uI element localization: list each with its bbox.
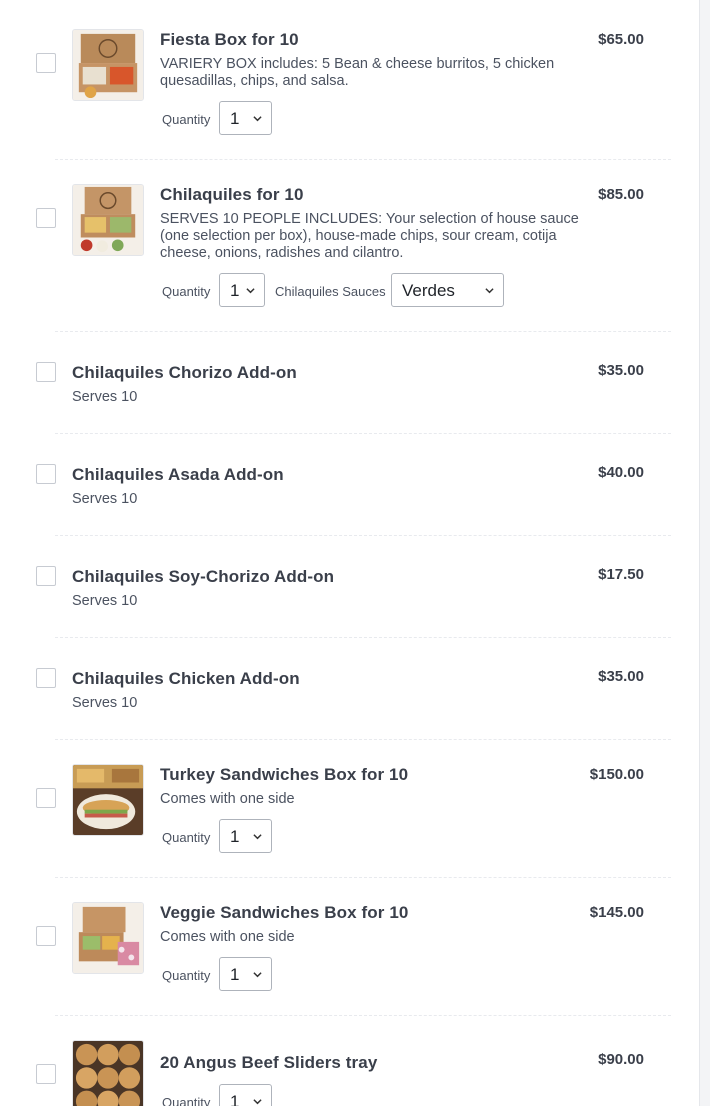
veggie-sandwich-box-photo-icon [72, 902, 144, 974]
chevron-down-icon [253, 1099, 262, 1105]
item-price: $150.00 [589, 766, 644, 783]
item-name: Veggie Sandwiches Box for 10 [160, 903, 409, 922]
item-name: Chilaquiles for 10 [160, 185, 304, 204]
item-price: $90.00 [598, 1051, 644, 1068]
menu-item-turkey-sandwiches: Turkey Sandwiches Box for 10 $150.00 Com… [0, 740, 699, 878]
fiesta-box-photo-icon [72, 29, 144, 101]
chevron-down-icon [253, 972, 262, 978]
item-checkbox[interactable] [36, 668, 56, 688]
quantity-label: Quantity [162, 284, 211, 299]
menu-item-veggie-sandwiches: Veggie Sandwiches Box for 10 $145.00 Com… [0, 878, 699, 1016]
item-price: $85.00 [598, 186, 644, 203]
item-description: Comes with one side [160, 791, 295, 807]
quantity-value: 1 [230, 827, 240, 846]
item-price: $17.50 [598, 566, 644, 583]
quantity-value: 1 [230, 1092, 240, 1106]
scrollbar-track[interactable] [699, 0, 710, 1106]
quantity-select[interactable]: 1 [219, 819, 272, 853]
item-description: Serves 10 [72, 695, 138, 711]
item-checkbox[interactable] [36, 1064, 56, 1084]
chilaquiles-box-photo-icon [72, 184, 144, 256]
quantity-label: Quantity [162, 1095, 211, 1106]
item-checkbox[interactable] [36, 208, 56, 228]
quantity-select[interactable]: 1 [219, 957, 272, 991]
quantity-value: 1 [230, 965, 240, 984]
quantity-select[interactable]: 1 [219, 101, 272, 135]
sauce-label: Chilaquiles Sauces [275, 284, 386, 299]
quantity-label: Quantity [162, 112, 211, 127]
menu-item-chicken-addon: Chilaquiles Chicken Add-on $35.00 Serves… [0, 638, 699, 740]
item-name: Chilaquiles Chicken Add-on [72, 669, 300, 688]
chevron-down-icon [253, 116, 262, 122]
item-price: $35.00 [598, 362, 644, 379]
menu-item-angus-sliders: 20 Angus Beef Sliders tray $90.00 Quanti… [0, 1016, 699, 1106]
item-checkbox[interactable] [36, 926, 56, 946]
sauce-value: Verdes [402, 281, 455, 300]
item-checkbox[interactable] [36, 464, 56, 484]
sliders-tray-photo-icon [72, 1040, 144, 1106]
chevron-down-icon [253, 834, 262, 840]
item-description: Comes with one side [160, 929, 295, 945]
quantity-select[interactable]: 1 [219, 1084, 272, 1106]
item-name: 20 Angus Beef Sliders tray [160, 1053, 378, 1072]
chevron-down-icon [246, 288, 255, 294]
quantity-label: Quantity [162, 968, 211, 983]
quantity-value: 1 [230, 281, 240, 300]
quantity-value: 1 [230, 109, 240, 128]
sauce-select[interactable]: Verdes [391, 273, 504, 307]
menu-item-asada-addon: Chilaquiles Asada Add-on $40.00 Serves 1… [0, 434, 699, 536]
item-description: Serves 10 [72, 593, 138, 609]
item-checkbox[interactable] [36, 788, 56, 808]
item-name: Chilaquiles Asada Add-on [72, 465, 284, 484]
quantity-label: Quantity [162, 830, 211, 845]
menu-item-chorizo-addon: Chilaquiles Chorizo Add-on $35.00 Serves… [0, 332, 699, 434]
item-description: Serves 10 [72, 389, 138, 405]
item-description: VARIERY BOX includes: 5 Bean & cheese bu… [160, 56, 555, 89]
menu-item-soy-chorizo-addon: Chilaquiles Soy-Chorizo Add-on $17.50 Se… [0, 536, 699, 638]
item-checkbox[interactable] [36, 566, 56, 586]
item-name: Fiesta Box for 10 [160, 30, 299, 49]
item-price: $40.00 [598, 464, 644, 481]
item-description: Serves 10 [72, 491, 138, 507]
item-price: $65.00 [598, 31, 644, 48]
item-name: Chilaquiles Chorizo Add-on [72, 363, 297, 382]
item-description: SERVES 10 PEOPLE INCLUDES: Your selectio… [160, 211, 579, 261]
chevron-down-icon [485, 288, 494, 294]
item-name: Turkey Sandwiches Box for 10 [160, 765, 409, 784]
item-name: Chilaquiles Soy-Chorizo Add-on [72, 567, 335, 586]
item-price: $35.00 [598, 668, 644, 685]
item-checkbox[interactable] [36, 53, 56, 73]
turkey-sandwich-photo-icon [72, 764, 144, 836]
item-checkbox[interactable] [36, 362, 56, 382]
quantity-select[interactable]: 1 [219, 273, 265, 307]
menu-item-chilaquiles: Chilaquiles for 10 $85.00 SERVES 10 PEOP… [0, 160, 699, 332]
item-price: $145.00 [589, 904, 644, 921]
menu-item-fiesta-box: Fiesta Box for 10 $65.00 VARIERY BOX inc… [0, 0, 699, 160]
